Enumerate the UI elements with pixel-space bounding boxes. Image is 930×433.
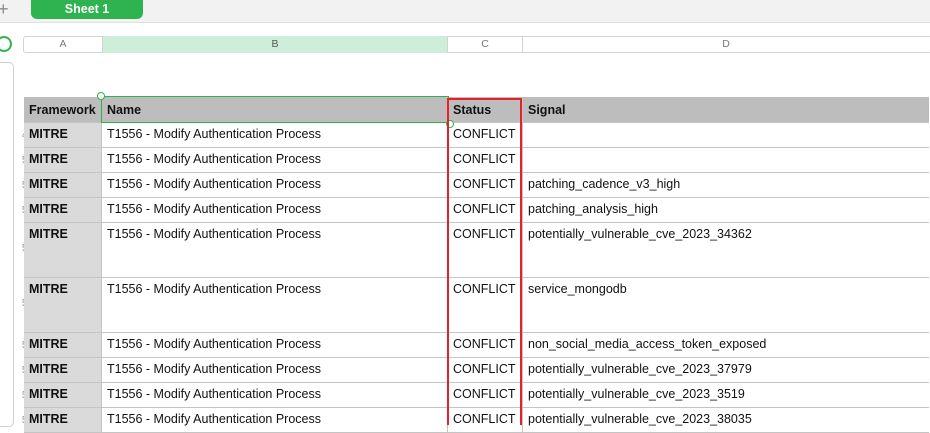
framework-cell[interactable]: MITRE	[24, 358, 102, 383]
framework-cell[interactable]: MITRE	[24, 408, 102, 433]
header-signal[interactable]: Signal	[523, 97, 929, 123]
name-cell[interactable]: T1556 - Modify Authentication Process	[102, 198, 448, 223]
selection-border	[101, 96, 449, 123]
name-cell[interactable]: T1556 - Modify Authentication Process	[102, 333, 448, 358]
name-cell[interactable]: T1556 - Modify Authentication Process	[102, 278, 448, 333]
framework-cell[interactable]: MITRE	[24, 333, 102, 358]
framework-cell[interactable]: MITRE	[24, 383, 102, 408]
column-header-a[interactable]: A	[24, 36, 103, 53]
selection-handle-top[interactable]	[97, 92, 105, 100]
plus-icon[interactable]: +	[0, 0, 9, 20]
signal-cell[interactable]: potentially_vulnerable_cve_2023_34362	[523, 223, 929, 278]
signal-cell[interactable]: potentially_vulnerable_cve_2023_37979	[523, 358, 929, 383]
name-cell[interactable]: T1556 - Modify Authentication Process	[102, 358, 448, 383]
framework-cell[interactable]: MITRE	[24, 148, 102, 173]
signal-cell[interactable]	[523, 123, 929, 148]
signal-cell[interactable]: service_mongodb	[523, 278, 929, 333]
name-cell[interactable]: T1556 - Modify Authentication Process	[102, 383, 448, 408]
framework-cell[interactable]: MITRE	[24, 223, 102, 278]
signal-cell[interactable]: patching_analysis_high	[523, 198, 929, 223]
framework-cell[interactable]: MITRE	[24, 278, 102, 333]
column-header-d[interactable]: D	[523, 36, 929, 53]
signal-cell[interactable]: potentially_vulnerable_cve_2023_38035	[523, 408, 929, 433]
name-cell[interactable]: T1556 - Modify Authentication Process	[102, 123, 448, 148]
signal-cell[interactable]: potentially_vulnerable_cve_2023_3519	[523, 383, 929, 408]
sheet-tab-bar: + Sheet 1	[0, 0, 930, 23]
status-highlight-box	[447, 98, 522, 425]
name-cell[interactable]: T1556 - Modify Authentication Process	[102, 223, 448, 278]
framework-cell[interactable]: MITRE	[24, 123, 102, 148]
column-header-b[interactable]: B	[103, 36, 448, 53]
framework-cell[interactable]: MITRE	[24, 173, 102, 198]
sheet-tab[interactable]: Sheet 1	[31, 0, 143, 19]
column-header-c[interactable]: C	[448, 36, 523, 53]
signal-cell[interactable]	[523, 148, 929, 173]
signal-cell[interactable]: patching_cadence_v3_high	[523, 173, 929, 198]
name-cell[interactable]: T1556 - Modify Authentication Process	[102, 173, 448, 198]
signal-cell[interactable]: non_social_media_access_token_exposed	[523, 333, 929, 358]
header-framework[interactable]: Framework	[24, 97, 102, 123]
circle-icon[interactable]	[0, 36, 12, 52]
name-cell[interactable]: T1556 - Modify Authentication Process	[102, 148, 448, 173]
framework-cell[interactable]: MITRE	[24, 198, 102, 223]
name-cell[interactable]: T1556 - Modify Authentication Process	[102, 408, 448, 433]
